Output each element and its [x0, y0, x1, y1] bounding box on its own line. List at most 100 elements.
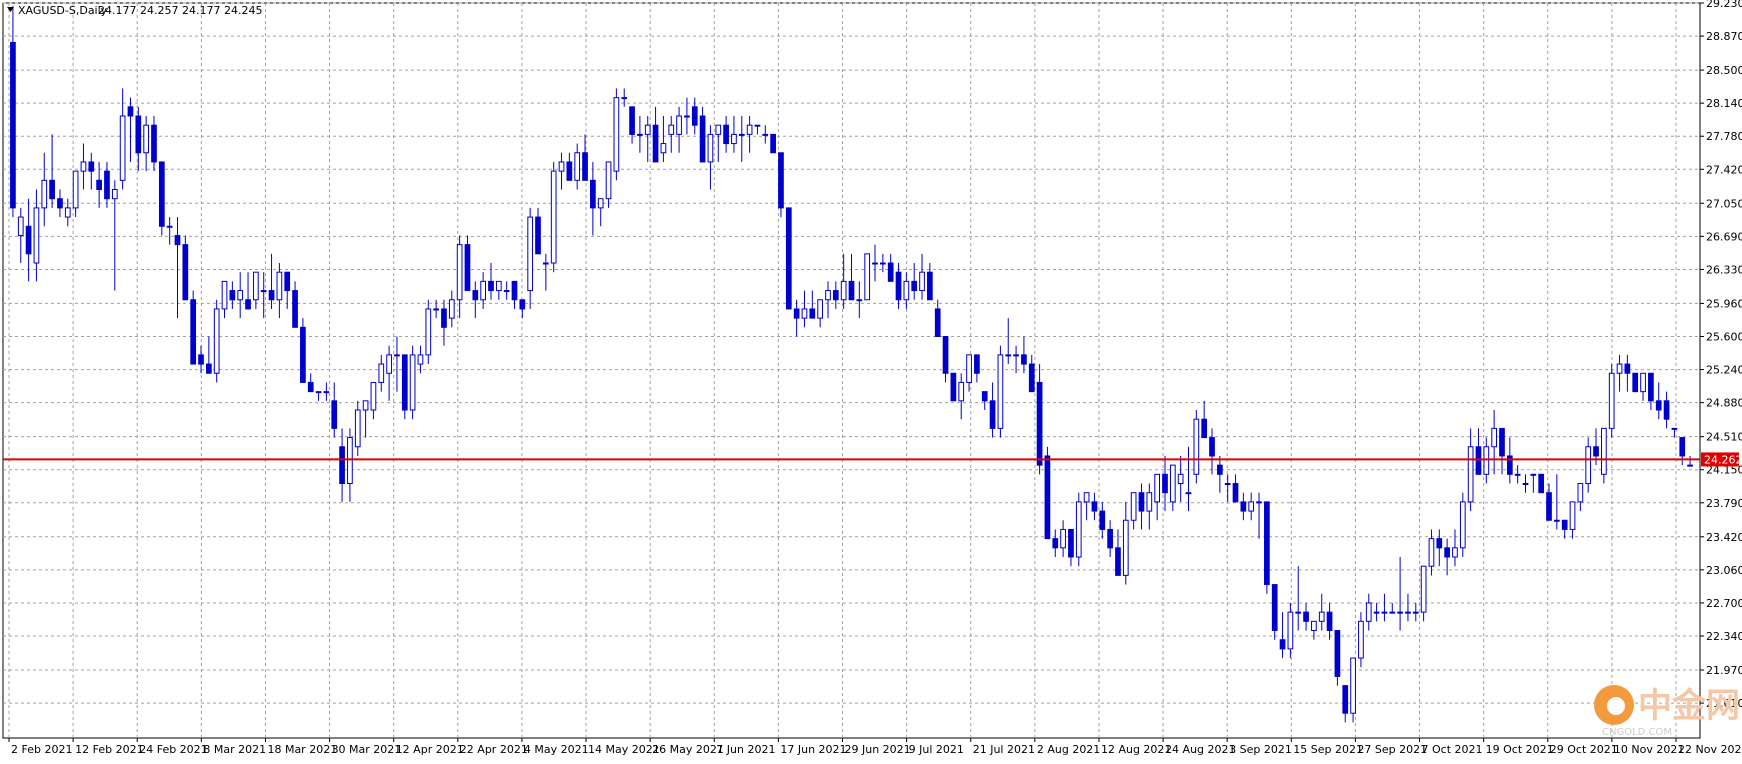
candle-body-up: [1224, 483, 1231, 486]
candle-body-up: [1412, 611, 1419, 614]
candle-body-down: [441, 308, 447, 328]
candle-body-up: [597, 198, 604, 209]
candle-body-up: [731, 133, 737, 145]
candle-body-up: [425, 308, 432, 356]
price-tick-label: 28.140: [1706, 97, 1742, 110]
date-tick-label: 26 May 2021: [652, 743, 724, 756]
candle-body-down: [1209, 437, 1215, 457]
candle-body-down: [1232, 483, 1239, 503]
candle-body-down: [927, 271, 933, 301]
candle-body-up: [1130, 492, 1137, 521]
price-tick-label: 29.230: [1706, 0, 1742, 10]
candle-body-up: [1075, 501, 1082, 558]
candle-body-up: [1522, 483, 1529, 486]
candle-body-up: [1295, 611, 1302, 614]
candle-body-up: [574, 152, 581, 181]
date-tick-label: 7 Jun 2021: [716, 743, 775, 756]
price-tick-label: 21.970: [1706, 664, 1742, 677]
date-tick-label: 12 Apr 2021: [396, 743, 464, 756]
candle-body-up: [1483, 446, 1490, 475]
symbol-header: XAGUSD-S,Daily 24.177 24.257 24.177 24.2…: [7, 4, 262, 17]
candle-body-up: [221, 280, 228, 310]
candle-body-up: [1608, 372, 1615, 429]
candle-body-down: [535, 216, 541, 255]
candle-body-down: [1632, 372, 1639, 393]
candle-body-up: [1358, 620, 1364, 659]
candle: [770, 133, 776, 154]
candle-body-up: [558, 161, 565, 172]
time-axis: 2 Feb 2021 12 Feb 202124 Feb 20218 Mar 20…: [8, 738, 1742, 756]
candle-body-up: [503, 290, 510, 293]
candle-body-down: [104, 170, 110, 200]
candle: [1075, 492, 1082, 567]
candle-body-up: [119, 115, 126, 181]
chart-canvas[interactable]: 29.230 28.870 28.500 28.140 27.780 27.420 27.0…: [0, 0, 1742, 760]
candle-body-down: [511, 280, 518, 301]
candle-body-down: [652, 124, 659, 163]
candle-body-down: [582, 152, 588, 181]
candle-body-down: [1334, 630, 1341, 677]
price-tick-label: 26.690: [1706, 230, 1742, 243]
candle: [190, 290, 197, 365]
candle-body-up: [276, 271, 283, 301]
candle-body-down: [1279, 639, 1286, 650]
candle: [182, 235, 189, 301]
candle-body-up: [660, 143, 667, 154]
candle: [1044, 446, 1051, 540]
candle-body-up: [1005, 354, 1012, 357]
price-tick-label: 25.600: [1706, 331, 1742, 344]
candle-body-up: [746, 124, 753, 135]
candle: [1459, 492, 1466, 558]
candle-body-down: [25, 225, 32, 255]
candle-body-up: [480, 280, 487, 301]
candle-body-down: [974, 354, 980, 374]
candle-body-up: [621, 97, 628, 100]
candle-body-down: [895, 271, 902, 301]
candle-body-up: [1640, 372, 1646, 393]
date-tick-label: 2 Feb 2021: [11, 743, 72, 756]
price-tick-label: 24.510: [1706, 431, 1742, 444]
candle-body-up: [527, 216, 534, 292]
candle-body-down: [49, 179, 55, 200]
candle-body-up: [64, 207, 71, 218]
candle-body-down: [1264, 501, 1270, 586]
date-tick-label: 10 Nov 2021: [1614, 743, 1684, 756]
candle-body-down: [1624, 363, 1631, 374]
candle-body-up: [72, 170, 79, 209]
candle-body-down: [1115, 547, 1121, 576]
candle-body-down: [1499, 427, 1505, 457]
candle: [1632, 372, 1639, 393]
candle-body-down: [190, 299, 197, 365]
candle-body-down: [401, 354, 408, 411]
date-tick-label: 17 Jun 2021: [780, 743, 846, 756]
candle-body-up: [738, 133, 745, 136]
candle-body-up: [1083, 492, 1090, 503]
candle-body-up: [684, 115, 690, 118]
candle-body-up: [872, 262, 878, 265]
candle-body-up: [1397, 611, 1403, 614]
candle-body-up: [386, 354, 392, 374]
candle-body-up: [1373, 611, 1380, 614]
candle-body-down: [1648, 372, 1654, 402]
candle-body-down: [1107, 528, 1113, 549]
candle-body-down: [1546, 492, 1552, 521]
candle-body-up: [1248, 501, 1255, 512]
candle-body-down: [1099, 510, 1106, 530]
candle-body-down: [934, 308, 941, 338]
candle-body-down: [174, 234, 181, 246]
candlestick-chart[interactable]: 29.230 28.870 28.500 28.140 27.780 27.420 27.0…: [0, 0, 1742, 760]
date-tick-label: 22 Nov 2021: [1678, 743, 1742, 756]
candle-body-down: [1679, 437, 1686, 457]
candle-body-down: [488, 280, 494, 292]
candle-body-up: [1122, 519, 1129, 576]
candle-body-up: [1185, 492, 1192, 495]
candle-body-up: [1428, 538, 1435, 567]
logo-inner-icon: [1607, 697, 1625, 715]
watermark: 中金网 CNGOLD.COM: [1594, 685, 1740, 738]
candle-body-down: [1052, 538, 1059, 549]
price-tick-label: 27.420: [1706, 163, 1742, 176]
candle-body-down: [198, 354, 204, 365]
candle-body-up: [1616, 363, 1623, 374]
candle-body-up: [362, 400, 369, 411]
price-tick-label: 23.790: [1706, 497, 1742, 510]
